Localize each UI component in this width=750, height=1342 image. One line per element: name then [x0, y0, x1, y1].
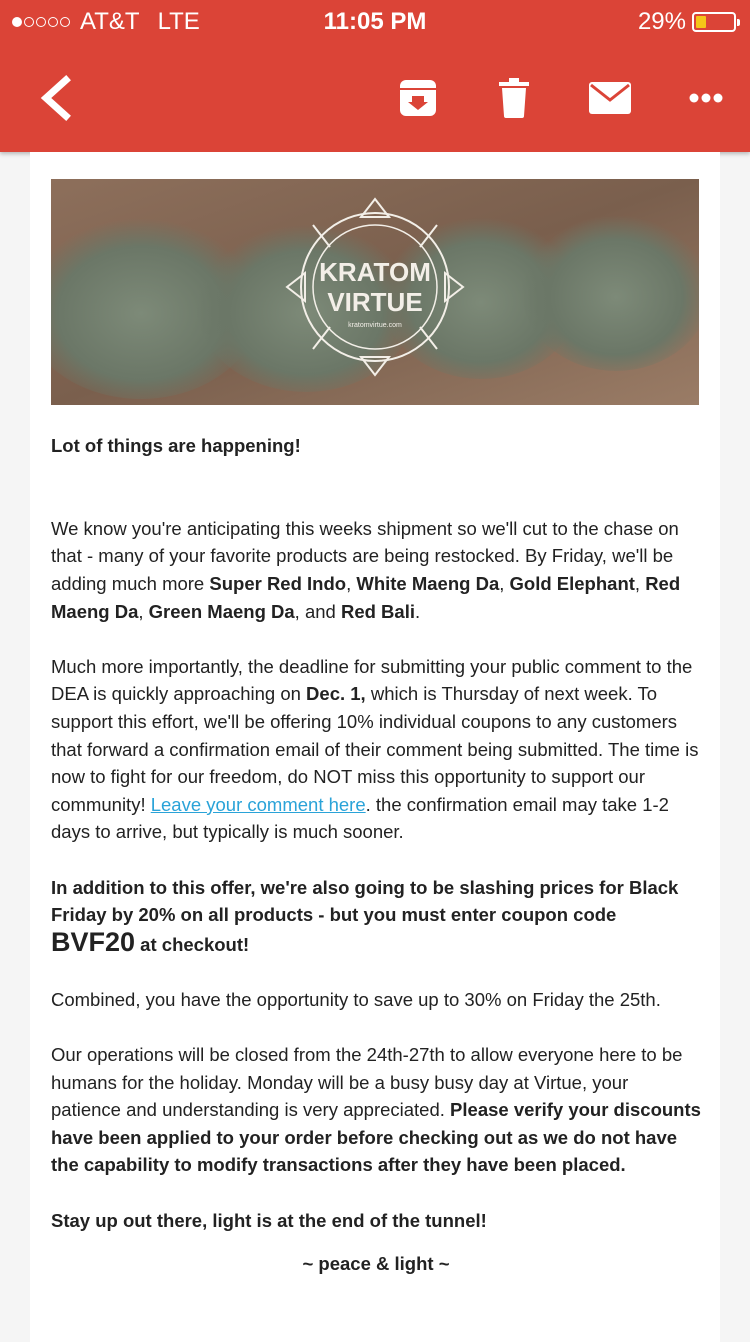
archive-icon [400, 80, 436, 116]
coupon-code: BVF20 [51, 926, 136, 957]
email-heading: Lot of things are happening! [51, 435, 301, 456]
leave-comment-link[interactable]: Leave your comment here [151, 794, 366, 815]
top-app-bar: AT&T LTE 11:05 PM 29% [0, 0, 750, 152]
mail-icon [589, 82, 631, 114]
trash-icon [499, 78, 529, 118]
more-options-button[interactable] [666, 48, 746, 148]
status-bar: AT&T LTE 11:05 PM 29% [0, 0, 750, 40]
svg-text:VIRTUE: VIRTUE [327, 287, 422, 317]
archive-button[interactable] [378, 48, 458, 148]
delete-button[interactable] [474, 48, 554, 148]
more-icon [689, 93, 723, 103]
signoff: ~ peace & light ~ [302, 1252, 450, 1274]
back-button[interactable] [20, 48, 92, 148]
paragraph-restock: We know you're anticipating this weeks s… [51, 517, 681, 622]
paragraph-savings: Combined, you have the opportunity to sa… [51, 988, 661, 1010]
paragraph-closure: Our operations will be closed from the 2… [51, 1044, 701, 1176]
paragraph-closing: Stay up out there, light is at the end o… [51, 1209, 487, 1231]
email-content: Lot of things are happening! We know you… [51, 432, 701, 1305]
paragraph-black-friday: In addition to this offer, we're also go… [51, 876, 679, 957]
back-icon [40, 75, 71, 121]
status-right: 29% [637, 8, 740, 36]
kratom-virtue-logo: KRATOM VIRTUE kratomvirtue.com [285, 197, 465, 377]
paragraph-dea-comment: Much more importantly, the deadline for … [51, 655, 699, 843]
mark-unread-button[interactable] [570, 48, 650, 148]
svg-text:KRATOM: KRATOM [319, 257, 431, 287]
hero-banner-image: KRATOM VIRTUE kratomvirtue.com [51, 179, 699, 405]
email-body-card: KRATOM VIRTUE kratomvirtue.com Lot of th… [30, 152, 720, 1342]
email-toolbar [0, 48, 750, 148]
battery-percent: 29% [637, 8, 686, 35]
battery-icon [692, 12, 740, 32]
svg-text:kratomvirtue.com: kratomvirtue.com [348, 322, 402, 329]
kratom-powder-photo: KRATOM VIRTUE kratomvirtue.com [51, 179, 699, 405]
